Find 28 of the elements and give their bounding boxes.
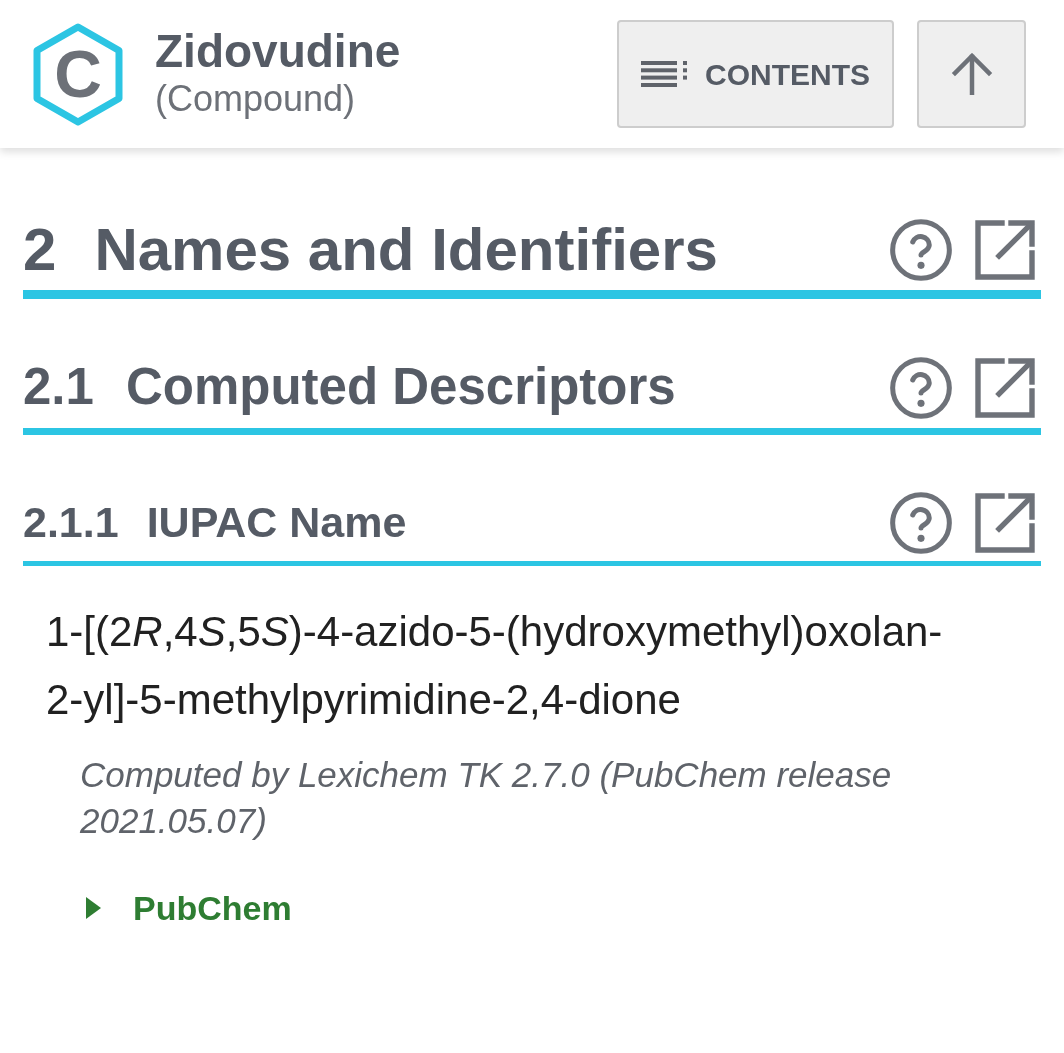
- help-icon: [890, 218, 952, 281]
- section-title: Computed Descriptors: [125, 358, 676, 417]
- section-title: Names and Identifiers: [94, 215, 718, 284]
- section-title: IUPAC Name: [146, 498, 407, 548]
- compound-title: Zidovudine: [155, 26, 401, 77]
- open-in-new-button[interactable]: [975, 493, 1035, 553]
- iupac-name-text: 1-[(2R,4S,5S)-4-azido-5-(hydroxymethyl)oxolan-2-yl]-5-methylpyrimidine-2,4-dione: [46, 607, 944, 725]
- help-button[interactable]: [890, 492, 952, 554]
- open-in-new-button[interactable]: [975, 219, 1035, 280]
- list-icon: [641, 61, 689, 87]
- source-link[interactable]: PubChem: [86, 886, 292, 930]
- logo-letter: C: [54, 41, 102, 107]
- section-number: 2.1.1: [23, 498, 119, 548]
- compound-type: (Compound): [155, 76, 357, 120]
- section-number: 2.1: [23, 358, 94, 417]
- section-number: 2: [23, 215, 57, 284]
- help-icon: [890, 492, 952, 554]
- help-icon: [890, 356, 952, 419]
- open-in-new-button[interactable]: [975, 357, 1035, 418]
- external-link-icon: [975, 219, 1035, 280]
- reference-note: Computed by Lexichem TK 2.7.0 (PubChem release 2021.05.07): [80, 754, 893, 842]
- help-button[interactable]: [890, 356, 952, 419]
- back-to-top-button[interactable]: [917, 20, 1026, 128]
- contents-button[interactable]: CONTENTS: [617, 20, 894, 128]
- hexagon-icon: [33, 22, 123, 126]
- help-button[interactable]: [890, 218, 952, 281]
- external-link-icon: [975, 493, 1035, 553]
- external-link-icon: [975, 357, 1035, 418]
